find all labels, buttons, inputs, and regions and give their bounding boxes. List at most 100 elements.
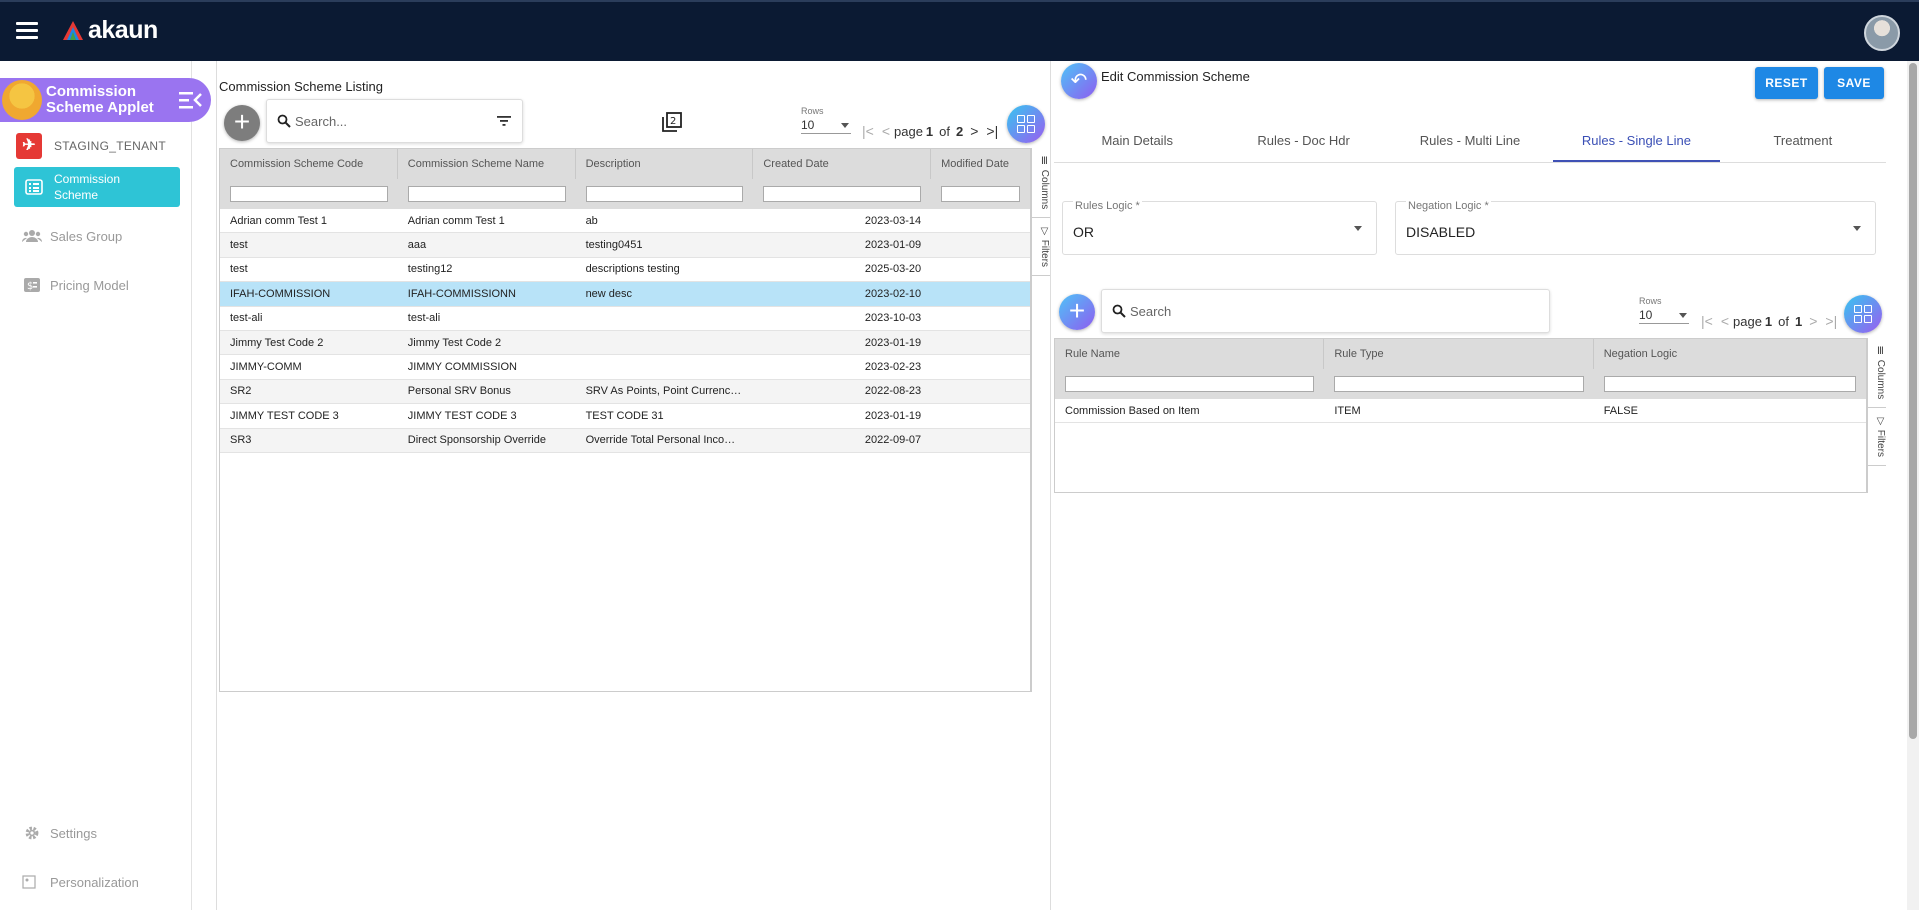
table-cell: test-ali [407,312,441,325]
tab-treatment[interactable]: Treatment [1720,121,1886,162]
page-total: 1 [1795,313,1803,329]
listing-title: Commission Scheme Listing [219,79,384,94]
next-page-icon[interactable]: > [1809,313,1817,329]
last-page-icon[interactable]: >| [986,123,998,139]
page-vertical-scrollbar[interactable] [1907,61,1919,910]
sidebar-item-personalization[interactable]: Personalization [22,874,139,890]
first-page-icon[interactable]: |< [862,123,874,139]
columns-tab[interactable]: Ⅲ Columns [1868,338,1886,409]
column-header[interactable]: Commission Scheme Code [220,149,398,179]
grid-body: Commission Based on Item ITEM FALSE [1055,399,1866,424]
table-cell: Direct Sponsorship Override [407,434,546,447]
column-header[interactable]: Commission Scheme Name [398,149,576,179]
user-avatar[interactable] [1864,15,1900,51]
page-word: page [1733,313,1762,329]
table-row[interactable]: SR3 Direct Sponsorship Override Override T… [220,428,1030,453]
rules-logic-select[interactable]: Rules Logic * OR [1062,200,1377,255]
negation-logic-value: DISABLED [1406,224,1476,240]
multi-select-icon[interactable]: 2 [661,111,683,133]
filter-input[interactable] [1603,376,1857,392]
brand-logo[interactable]: akaun [62,16,158,45]
table-row[interactable]: Jimmy Test Code 2 Jimmy Test Code 2 2023-0… [220,330,1030,356]
back-arrow-icon[interactable]: ↶ [1061,63,1097,99]
filter-input[interactable] [585,186,744,202]
listing-rows-per-page[interactable]: Rows 10 [801,106,851,134]
table-row[interactable]: Adrian comm Test 1 Adrian comm Test 1 ab 20… [220,209,1030,234]
table-row[interactable]: test aaa testing0451 2023-01-09 [220,233,1030,258]
filter-input[interactable] [230,186,388,202]
filter-input[interactable] [407,186,566,202]
column-header[interactable]: Description [576,149,754,179]
collapse-menu-icon[interactable] [179,90,203,110]
save-button[interactable]: SAVE [1824,67,1884,99]
filters-tab[interactable]: ▽ Filters [1032,218,1050,277]
add-scheme-button[interactable]: + [224,105,260,141]
rules-rows-per-page[interactable]: Rows 10 [1639,296,1689,324]
table-cell: 2023-10-03 [864,312,922,325]
rules-logic-label: Rules Logic * [1073,200,1142,212]
sidebar-item-label: Settings [50,825,97,841]
first-page-icon[interactable]: |< [1701,313,1713,329]
scrollbar-thumb[interactable] [1909,63,1917,739]
columns-tab[interactable]: Ⅲ Columns [1032,148,1050,219]
table-row[interactable]: JIMMY-COMM JIMMY COMMISSION 2023-02-23 [220,355,1030,380]
table-cell: 2023-01-09 [864,239,922,252]
filters-tab[interactable]: ▽ Filters [1868,408,1886,467]
broken-image-icon [22,875,36,889]
sidebar-item-settings[interactable]: Settings [22,825,97,841]
tab-rules-single-line[interactable]: Rules - Single Line [1553,121,1720,162]
table-row[interactable]: JIMMY TEST CODE 3 JIMMY TEST CODE 3 TEST C… [220,404,1030,429]
sidebar-item-commission-scheme[interactable]: Commission Scheme [14,167,180,207]
filter-icon[interactable] [496,115,512,127]
prev-page-icon[interactable]: < [1721,313,1729,329]
column-header[interactable]: Modified Date [931,149,1030,179]
sidebar-item-label: Pricing Model [50,277,129,293]
listing-search-box [266,99,523,143]
filters-tab-label: Filters [1875,430,1886,458]
list-icon [25,179,43,195]
reset-button[interactable]: RESET [1755,67,1818,99]
hamburger-menu-icon[interactable] [16,22,38,40]
rows-select[interactable]: 10 [801,116,851,134]
sidebar-item-pricing-model[interactable]: $ Pricing Model [22,277,129,293]
column-header[interactable]: Negation Logic [1594,339,1866,369]
table-cell: TEST CODE 31 [585,409,664,422]
column-header[interactable]: Created Date [753,149,932,179]
table-cell: 2022-08-23 [864,385,922,398]
column-header[interactable]: Rule Type [1324,339,1594,369]
negation-logic-select[interactable]: Negation Logic * DISABLED [1395,200,1876,255]
next-page-icon[interactable]: > [970,123,978,139]
filter-input[interactable] [1065,376,1315,392]
table-cell: Commission Based on Item [1065,404,1200,417]
table-row[interactable]: test-ali test-ali 2023-10-03 [220,307,1030,331]
tab-rules-multi-line[interactable]: Rules - Multi Line [1387,121,1553,162]
brand-name: akaun [88,16,158,44]
tenant-selector[interactable]: ✈ STAGING_TENANT [16,133,166,159]
table-row[interactable]: SR2 Personal SRV Bonus SRV As Points, Poin… [220,379,1030,405]
filter-input[interactable] [1334,376,1584,392]
table-row[interactable]: Commission Based on Item ITEM FALSE [1055,399,1866,424]
column-header[interactable]: Rule Name [1055,339,1325,369]
applet-header: Commission Scheme Applet [0,78,211,122]
rules-grid: Rule Name Rule Type Negation Logic Commi… [1054,338,1867,493]
rules-search-input[interactable] [1130,303,1549,319]
table-cell: FALSE [1603,404,1638,417]
tab-rules-doc-hdr[interactable]: Rules - Doc Hdr [1220,121,1386,162]
filter-input[interactable] [763,186,922,202]
sidebar: Commission Scheme Applet ✈ STAGING_TENAN… [0,61,211,910]
grid-view-button[interactable] [1007,105,1045,143]
table-row[interactable]: IFAH-COMMISSION IFAH-COMMISSIONN new desc 2… [220,282,1030,307]
prev-page-icon[interactable]: < [882,123,890,139]
grid-filter-row [220,179,1030,209]
tab-main-details[interactable]: Main Details [1054,121,1220,162]
sidebar-item-sales-group[interactable]: Sales Group [22,228,122,244]
last-page-icon[interactable]: >| [1825,313,1837,329]
table-cell: descriptions testing [585,263,680,276]
filter-input[interactable] [941,186,1021,202]
table-cell: SRV As Points, Point Currency C... [585,385,754,398]
rules-grid-view-button[interactable] [1844,295,1882,333]
rows-select[interactable]: 10 [1639,306,1689,324]
listing-search-input[interactable] [295,113,496,129]
table-row[interactable]: test testing12 descriptions testing 2025-03… [220,258,1030,283]
add-rule-button[interactable]: + [1059,294,1095,330]
